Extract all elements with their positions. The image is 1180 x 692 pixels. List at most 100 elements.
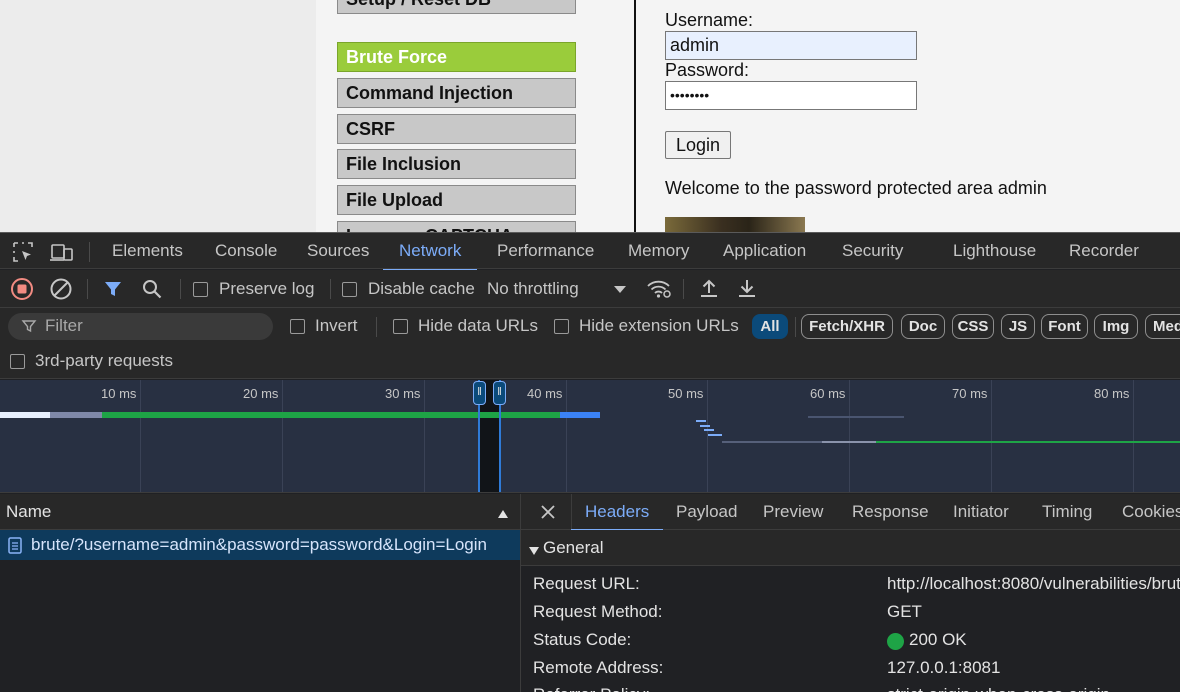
chip-doc[interactable]: Doc <box>901 314 945 339</box>
tick-line <box>424 380 425 492</box>
waterfall-tick-mark <box>700 425 710 427</box>
tab-initiator[interactable]: Initiator <box>953 494 1009 530</box>
username-label: Username: <box>665 10 754 30</box>
tab-lighthouse[interactable]: Lighthouse <box>953 233 1036 270</box>
hide-extension-urls-checkbox[interactable] <box>554 319 569 334</box>
request-url-value: http://localhost:8080/vulnerabilities/br… <box>887 574 1180 593</box>
request-detail-tabs: Headers Payload Preview Response Initiat… <box>521 494 1180 531</box>
name-column-header[interactable]: Name <box>6 502 51 522</box>
chip-css[interactable]: CSS <box>952 314 994 339</box>
search-icon[interactable] <box>140 277 164 301</box>
chip-fetch-xhr[interactable]: Fetch/XHR <box>801 314 893 339</box>
requests-table-header[interactable]: Name <box>0 494 520 530</box>
clear-icon[interactable] <box>49 277 73 301</box>
disable-cache-checkbox[interactable] <box>342 282 357 297</box>
menu-file-inclusion[interactable]: File Inclusion <box>337 149 576 179</box>
menu-csrf[interactable]: CSRF <box>337 114 576 144</box>
toolbar-separator-2 <box>180 279 181 299</box>
login-button[interactable]: Login <box>665 131 731 159</box>
chip-media[interactable]: Media <box>1145 314 1180 339</box>
preserve-log-checkbox[interactable] <box>193 282 208 297</box>
detail-separator <box>571 494 572 530</box>
chip-js[interactable]: JS <box>1001 314 1035 339</box>
tab-payload[interactable]: Payload <box>676 494 737 530</box>
sort-ascending-icon[interactable] <box>497 506 509 524</box>
upload-icon[interactable] <box>697 277 721 301</box>
selection-handle-right-icon[interactable]: ǁ <box>493 381 506 405</box>
download-icon[interactable] <box>735 277 759 301</box>
filter-bar: Filter Invert Hide data URLs Hide extens… <box>0 308 1180 345</box>
status-code-value: 200 OK <box>909 630 967 649</box>
menu-brute-force[interactable]: Brute Force <box>337 42 576 72</box>
user-avatar-image <box>665 217 805 232</box>
devtools-panel: Elements Console Sources Network Perform… <box>0 232 1180 692</box>
hide-extension-urls-label: Hide extension URLs <box>579 316 739 335</box>
invert-checkbox[interactable] <box>290 319 305 334</box>
tab-sources[interactable]: Sources <box>307 233 369 270</box>
third-party-bar: 3rd-party requests <box>0 345 1180 379</box>
chevron-down-icon[interactable] <box>608 277 632 301</box>
password-input[interactable]: •••••••• <box>665 81 917 110</box>
tick-label: 40 ms <box>527 386 563 401</box>
menu-insecure-captcha[interactable]: Insecure CAPTCHA <box>337 221 576 232</box>
toolbar-separator-3 <box>330 279 331 299</box>
throttling-select[interactable]: No throttling <box>487 279 579 299</box>
preserve-log-label: Preserve log <box>219 279 315 298</box>
request-method-key: Request Method: <box>533 602 663 621</box>
general-section-header[interactable]: General <box>521 530 1180 566</box>
tick-label: 10 ms <box>101 386 137 401</box>
status-ok-dot-icon <box>887 633 904 650</box>
tick-line <box>849 380 850 492</box>
tab-console[interactable]: Console <box>215 233 277 270</box>
inspect-element-icon[interactable] <box>11 240 35 264</box>
tab-cookies[interactable]: Cookies <box>1122 494 1180 530</box>
tick-line <box>707 380 708 492</box>
page-left-margin <box>0 0 316 232</box>
stop-recording-icon[interactable] <box>10 277 34 301</box>
waterfall-thin-line <box>808 416 904 418</box>
devtools-tabbar: Elements Console Sources Network Perform… <box>0 232 1180 271</box>
toolbar-separator-4 <box>683 279 684 299</box>
tab-application[interactable]: Application <box>723 233 806 270</box>
tab-recorder[interactable]: Recorder <box>1069 233 1139 270</box>
general-section-title: General <box>543 538 604 557</box>
tab-timing[interactable]: Timing <box>1042 494 1092 530</box>
filter-funnel-icon[interactable] <box>101 277 125 301</box>
waterfall-stalled-bar <box>50 412 102 418</box>
menu-command-injection[interactable]: Command Injection <box>337 78 576 108</box>
selection-handle-left-icon[interactable]: ǁ <box>473 381 486 405</box>
menu-setup-reset-db[interactable]: Setup / Reset DB <box>337 0 576 14</box>
tab-memory[interactable]: Memory <box>628 233 689 270</box>
third-party-checkbox[interactable] <box>10 354 25 369</box>
tab-headers[interactable]: Headers <box>570 494 664 531</box>
tab-response[interactable]: Response <box>852 494 929 530</box>
username-input[interactable]: admin <box>665 31 917 60</box>
tab-elements[interactable]: Elements <box>112 233 183 270</box>
timeline-overview[interactable]: 10 ms 20 ms 30 ms 40 ms 50 ms 60 ms 70 m… <box>0 380 1180 493</box>
request-method-value: GET <box>887 602 922 621</box>
filter-placeholder: Filter <box>45 316 83 335</box>
invert-label: Invert <box>315 316 358 335</box>
chip-font[interactable]: Font <box>1041 314 1088 339</box>
tab-network[interactable]: Network <box>382 233 478 271</box>
waterfall-tick-mark <box>708 434 722 436</box>
network-toolbar: Preserve log Disable cache No throttling <box>0 270 1180 308</box>
tab-preview[interactable]: Preview <box>763 494 823 530</box>
tick-label: 30 ms <box>385 386 421 401</box>
chip-all[interactable]: All <box>752 314 788 339</box>
table-row[interactable]: brute/?username=admin&password=password&… <box>0 530 520 560</box>
hide-data-urls-checkbox[interactable] <box>393 319 408 334</box>
menu-file-upload[interactable]: File Upload <box>337 185 576 215</box>
remote-address-value: 127.0.0.1:8081 <box>887 658 1001 677</box>
password-label: Password: <box>665 60 750 80</box>
network-conditions-icon[interactable] <box>646 277 671 301</box>
close-icon[interactable] <box>540 504 556 525</box>
filter-funnel-small-icon <box>21 318 37 339</box>
hide-data-urls-label: Hide data URLs <box>418 316 539 335</box>
tab-performance[interactable]: Performance <box>497 233 594 270</box>
tab-security[interactable]: Security <box>842 233 903 270</box>
device-toolbar-icon[interactable] <box>48 240 73 264</box>
chip-img[interactable]: Img <box>1094 314 1138 339</box>
filterbar-separator <box>376 317 377 337</box>
filter-input[interactable]: Filter <box>8 313 273 340</box>
